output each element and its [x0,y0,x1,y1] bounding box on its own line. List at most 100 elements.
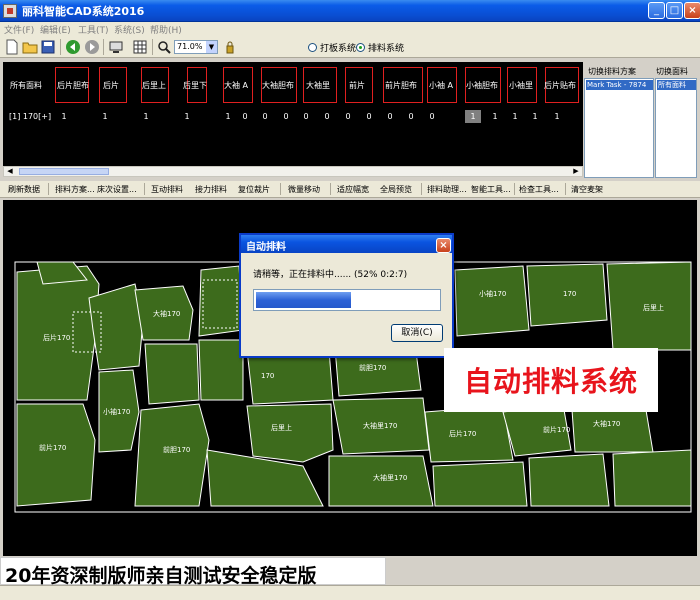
piece-header[interactable]: 后片贴布 [544,80,576,91]
dialog-title-bar: 自动排料 × [239,233,454,253]
close-button[interactable]: × [684,2,700,19]
piece-header[interactable]: 小袖胆布 [466,80,498,91]
garment-piece[interactable] [16,265,100,401]
piece-count[interactable]: 0 [384,112,396,121]
piece-header[interactable]: 前片胆布 [385,80,417,91]
size-row-label[interactable]: [1] 170[+] [9,112,51,121]
piece-count-selected[interactable]: 1 [465,110,481,123]
piece-header[interactable]: 小袖里 [509,80,533,91]
garment-piece[interactable] [432,461,528,507]
piece-count[interactable]: 1 [551,112,563,121]
fit-width-button[interactable]: 适应幅宽 [337,184,369,195]
piece-header[interactable]: 后片 [103,80,119,91]
piece-header[interactable]: 后里上 [142,80,166,91]
piece-count[interactable]: 0 [239,112,251,121]
garment-piece[interactable] [144,343,200,405]
piece-count[interactable]: 1 [222,112,234,121]
marker-assistant-button[interactable]: 排料助理... [427,184,467,195]
piece-count[interactable]: 1 [509,112,521,121]
piece-header[interactable]: 大袖胆布 [262,80,294,91]
scheme-list[interactable]: Mark Task - 7874 [584,78,654,178]
menu-tools[interactable]: 工具(T) [78,23,109,36]
zoom-icon[interactable] [156,39,172,55]
micro-move-button[interactable]: 微量移动 [288,184,320,195]
garment-piece[interactable] [134,403,210,507]
piece-header[interactable]: 大袖里 [306,80,330,91]
piece-count[interactable]: 1 [140,112,152,121]
function-toolbar: 刷新数据 排料方案... 床次设置... 互动排料 接力排料 复位裁片 微量移动… [0,181,700,198]
piece-count[interactable]: 1 [99,112,111,121]
piece-count[interactable]: 1 [58,112,70,121]
piece-count[interactable]: 1 [181,112,193,121]
monitor-icon[interactable] [108,39,124,55]
fabric-list-item[interactable]: 所有面料 [657,80,696,90]
piece-count[interactable]: 0 [300,112,312,121]
piece-count[interactable]: 0 [321,112,333,121]
reset-pieces-button[interactable]: 复位裁片 [238,184,270,195]
fabric-list[interactable]: 所有面料 [655,78,697,178]
piece-count[interactable]: 0 [426,112,438,121]
close-icon[interactable]: × [436,238,451,253]
refresh-data-button[interactable]: 刷新数据 [8,184,40,195]
piece-header[interactable]: 大袖 A [224,80,248,91]
clear-marker-button[interactable]: 清空麦架 [571,184,603,195]
global-preview-button[interactable]: 全局预览 [380,184,412,195]
open-folder-icon[interactable] [22,39,38,55]
check-tools-button[interactable]: 检查工具... [519,184,559,195]
interactive-marker-button[interactable]: 互动排料 [151,184,183,195]
garment-piece[interactable] [88,283,144,371]
piece-count[interactable]: 0 [405,112,417,121]
save-icon[interactable] [40,39,56,55]
mode-pattern-radio[interactable] [308,43,317,52]
piece-label: 大袖170 [593,419,620,428]
piece-header[interactable]: 后里下 [183,80,207,91]
piece-count[interactable]: 0 [342,112,354,121]
chevron-down-icon[interactable]: ▼ [206,41,217,53]
menu-help[interactable]: 帮助(H) [150,23,182,36]
piece-header[interactable]: 小袖 A [429,80,453,91]
piece-count[interactable]: 0 [363,112,375,121]
tab-separator [48,183,49,195]
new-file-icon[interactable] [4,39,20,55]
minimize-button[interactable]: _ [648,2,665,19]
horizontal-scrollbar[interactable]: ◀ ▶ [3,166,583,177]
scheme-list-item[interactable]: Mark Task - 7874 [586,80,653,90]
piece-table[interactable]: 所有面料 后片胆布 后片 后里上 后里下 大袖 A 大袖胆布 大袖里 前片 前片… [3,62,583,166]
menu-file[interactable]: 文件(F) [4,23,34,36]
menu-system[interactable]: 系统(S) [114,23,145,36]
auto-marker-dialog: 自动排料 × 请稍等，正在排料中...... (52% 0:2:7) 取消(C) [239,233,454,358]
bed-settings-button[interactable]: 床次设置... [97,184,137,195]
piece-header[interactable]: 前片 [349,80,365,91]
piece-count[interactable]: 0 [259,112,271,121]
relay-marker-button[interactable]: 接力排料 [195,184,227,195]
smart-tools-button[interactable]: 智能工具... [471,184,511,195]
marker-scheme-button[interactable]: 排料方案... [55,184,95,195]
piece-count[interactable]: 1 [489,112,501,121]
garment-piece[interactable] [198,265,244,337]
piece-count[interactable]: 1 [529,112,541,121]
piece-count[interactable]: 0 [280,112,292,121]
lock-icon[interactable] [222,39,238,55]
scroll-left-icon[interactable]: ◀ [4,167,16,176]
garment-piece[interactable] [528,453,610,507]
title-bar: 丽科智能CAD系统2016 _ □ × [0,0,700,22]
garment-piece[interactable] [36,261,88,285]
scroll-right-icon[interactable]: ▶ [570,167,582,176]
mode-marker-label: 排料系统 [368,44,405,54]
scrollbar-thumb[interactable] [19,168,109,175]
piece-header[interactable]: 后片胆布 [57,80,89,91]
garment-piece[interactable] [612,449,692,507]
piece-label: 后里上 [643,303,664,312]
menu-edit[interactable]: 编辑(E) [40,23,71,36]
garment-piece[interactable] [198,339,244,401]
garment-piece[interactable] [454,265,530,337]
garment-piece[interactable] [246,403,334,463]
garment-piece[interactable] [16,403,96,507]
mode-marker-radio[interactable] [356,43,365,52]
cancel-button[interactable]: 取消(C) [391,324,443,342]
back-arrow-icon[interactable] [65,39,81,55]
grid-icon[interactable] [132,39,148,55]
piece-header[interactable]: 所有面料 [10,80,42,91]
forward-arrow-icon[interactable] [84,39,100,55]
maximize-button[interactable]: □ [666,2,683,19]
